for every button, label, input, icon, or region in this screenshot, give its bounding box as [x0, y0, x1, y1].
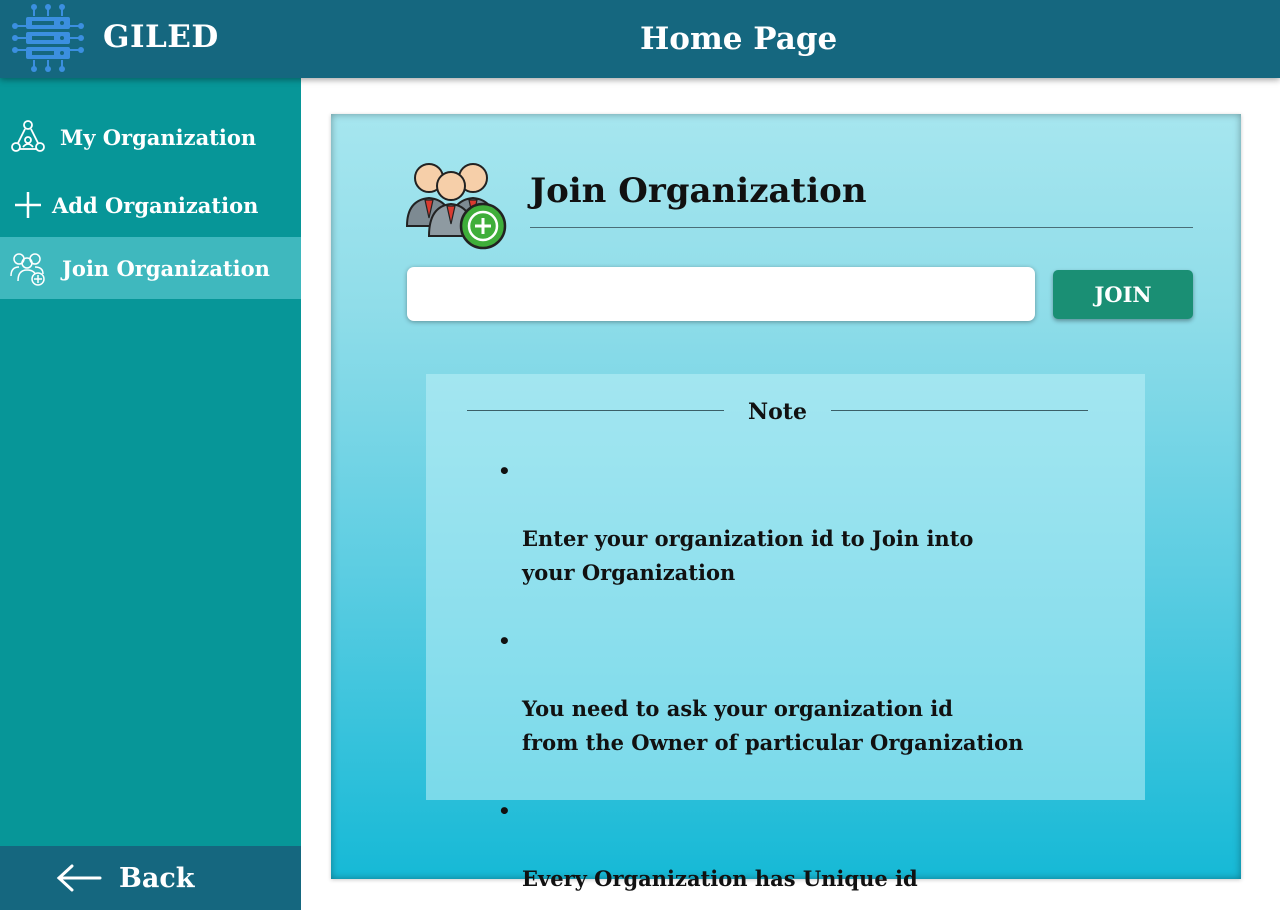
- arrow-left-icon: [56, 863, 102, 893]
- note-item: • You need to ask your organization id f…: [498, 624, 1118, 760]
- note-divider-left: [467, 410, 724, 411]
- sidebar-item-label: Add Organization: [52, 192, 259, 218]
- group-add-icon: [405, 148, 511, 252]
- app-header: GILED Home Page: [0, 0, 1280, 78]
- bullet: •: [498, 459, 511, 483]
- join-group-icon: [8, 248, 48, 288]
- sidebar-item-my-organization[interactable]: My Organization: [0, 106, 301, 168]
- note-divider-right: [831, 410, 1088, 411]
- note-text: Enter your organization id to Join into …: [522, 526, 974, 585]
- note-text: You need to ask your organization id fro…: [522, 696, 1024, 755]
- note-text: Every Organization has Unique id: [522, 866, 918, 891]
- page-title: Home Page: [640, 21, 838, 57]
- bullet: •: [498, 629, 511, 653]
- sidebar-item-join-organization[interactable]: Join Organization: [0, 237, 301, 299]
- sidebar-item-label: My Organization: [60, 124, 257, 150]
- note-list: • Enter your organization id to Join int…: [498, 454, 1118, 910]
- organization-network-icon: [8, 117, 48, 157]
- plus-icon: [8, 185, 48, 225]
- bullet: •: [498, 799, 511, 823]
- join-button[interactable]: JOIN: [1053, 270, 1193, 319]
- note-item: • Every Organization has Unique id: [498, 794, 1118, 896]
- note-item: • Enter your organization id to Join int…: [498, 454, 1118, 590]
- sidebar-item-add-organization[interactable]: Add Organization: [0, 174, 301, 236]
- back-label: Back: [119, 862, 195, 894]
- note-box: Note • Enter your organization id to Joi…: [426, 374, 1145, 891]
- title-divider: [530, 227, 1193, 228]
- server-network-logo-icon: [12, 4, 84, 72]
- sidebar-item-label: Join Organization: [62, 255, 270, 281]
- note-title: Note: [748, 399, 807, 425]
- sidebar: My Organization Add Organization Join Or…: [0, 78, 301, 910]
- organization-id-input[interactable]: [407, 267, 1035, 321]
- section-title: Join Organization: [530, 171, 867, 211]
- join-organization-panel: Join Organization JOIN Note • Enter your…: [331, 114, 1241, 891]
- app-name: GILED: [103, 19, 219, 55]
- back-button[interactable]: Back: [0, 846, 301, 910]
